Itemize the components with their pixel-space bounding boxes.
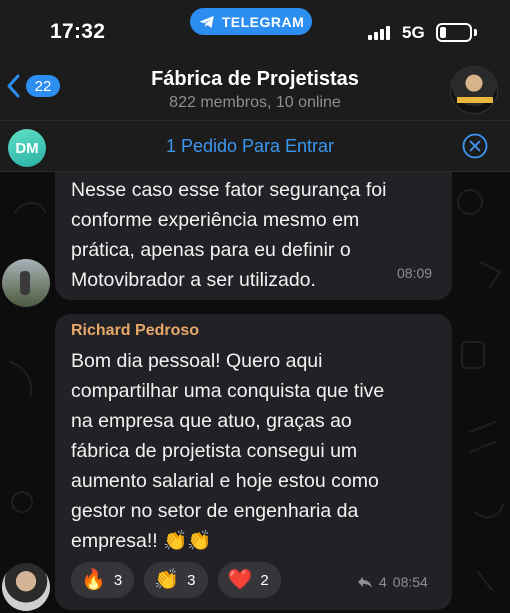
battery-cap — [474, 29, 477, 36]
message-bubble[interactable]: Nesse caso esse fator segurança foi conf… — [55, 172, 452, 300]
reaction-heart[interactable]: ❤️ 2 — [217, 562, 281, 598]
heart-emoji-icon: ❤️ — [227, 569, 253, 591]
clap-emoji-icon: 👏 — [154, 569, 180, 591]
fire-emoji-icon: 🔥 — [81, 569, 106, 591]
message-bubble[interactable]: Richard Pedroso Bom dia pessoal! Quero a… — [55, 314, 452, 610]
reaction-count: 3 — [187, 571, 196, 589]
battery-icon — [436, 23, 472, 42]
sender-avatar[interactable] — [2, 563, 50, 611]
chat-area[interactable]: Nesse caso esse fator segurança foi conf… — [0, 172, 510, 613]
join-request-text[interactable]: 1 Pedido Para Entrar — [0, 136, 500, 157]
close-icon[interactable] — [462, 133, 488, 159]
sender-name[interactable]: Richard Pedroso — [71, 322, 199, 340]
reactions-row: 🔥 3 👏 3 ❤️ 2 — [71, 562, 281, 598]
signal-icon — [368, 26, 390, 40]
reaction-count: 3 — [113, 571, 123, 589]
message-time: 08:54 — [392, 574, 428, 590]
reaction-clap[interactable]: 👏 3 — [144, 562, 208, 598]
reaction-count: 2 — [260, 571, 269, 589]
telegram-icon — [199, 15, 214, 28]
message-meta: 4 08:54 — [357, 574, 428, 590]
message-text: Nesse caso esse fator segurança foi conf… — [71, 179, 387, 291]
reply-icon[interactable] — [357, 576, 373, 589]
status-bar: 17:32 TELEGRAM 5G — [0, 0, 510, 62]
join-request-bar[interactable]: DM 1 Pedido Para Entrar — [0, 120, 510, 172]
network-type: 5G — [402, 23, 425, 42]
telegram-pill-label: TELEGRAM — [221, 13, 305, 30]
chat-title[interactable]: Fábrica de Projetistas — [0, 68, 510, 91]
sender-avatar[interactable] — [2, 259, 50, 307]
status-time: 17:32 — [50, 20, 106, 43]
message-text: Bom dia pessoal! Quero aqui compartilhar… — [71, 350, 385, 552]
telegram-pill[interactable]: TELEGRAM — [190, 8, 312, 35]
message-time: 08:09 — [397, 265, 433, 281]
reaction-fire[interactable]: 🔥 3 — [71, 562, 135, 598]
chat-subtitle: 822 membros, 10 online — [169, 94, 341, 111]
chat-header: 22 Fábrica de Projetistas 822 membros, 1… — [0, 62, 510, 120]
reply-count[interactable]: 4 — [379, 574, 387, 590]
group-avatar[interactable] — [450, 66, 498, 114]
